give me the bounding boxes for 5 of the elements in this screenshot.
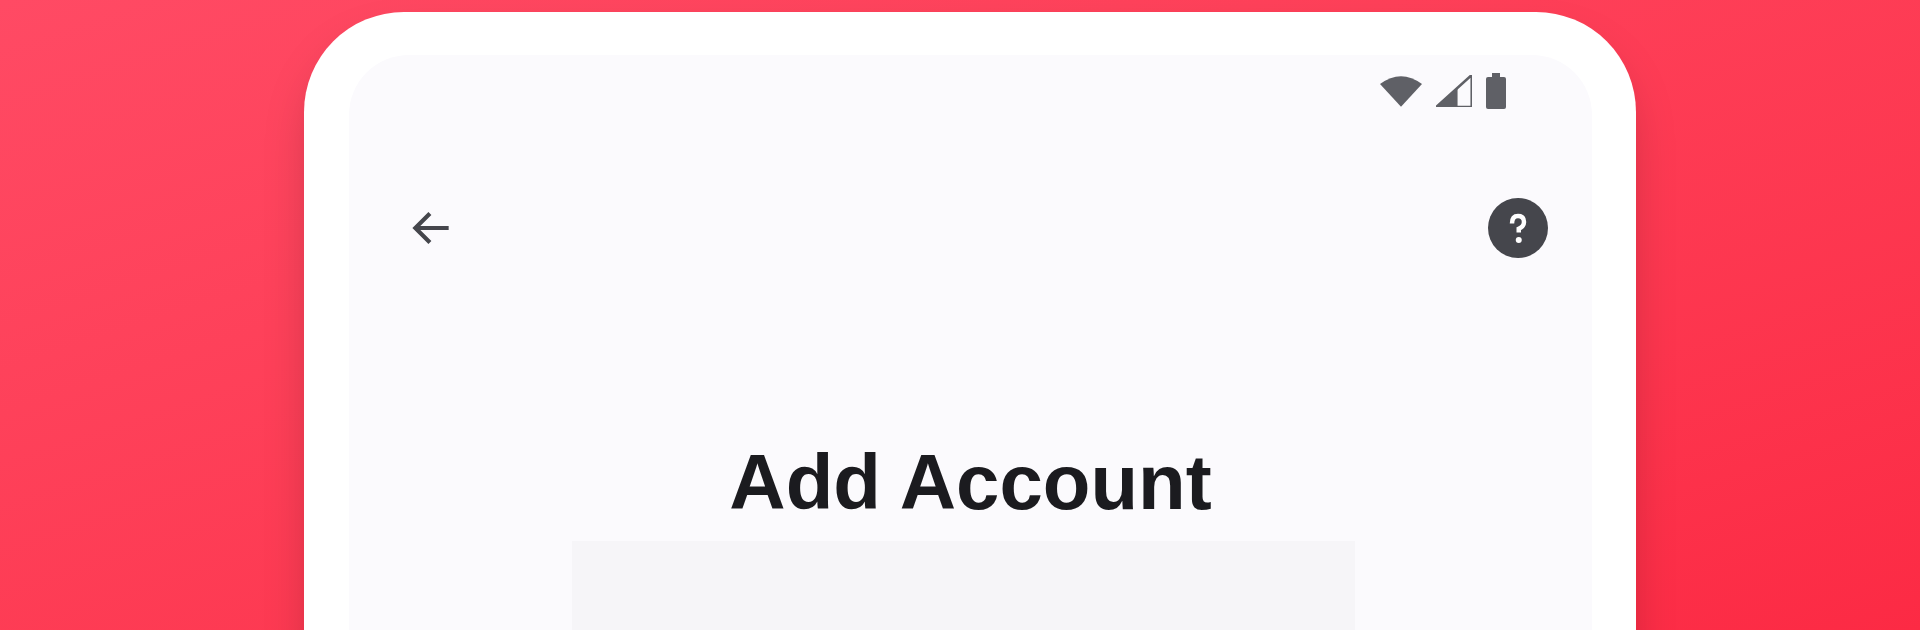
battery-icon — [1486, 73, 1506, 109]
wifi-icon — [1380, 75, 1422, 107]
signal-icon — [1436, 75, 1472, 107]
help-button[interactable] — [1488, 198, 1548, 258]
screen-title: Add Account — [728, 443, 1213, 521]
